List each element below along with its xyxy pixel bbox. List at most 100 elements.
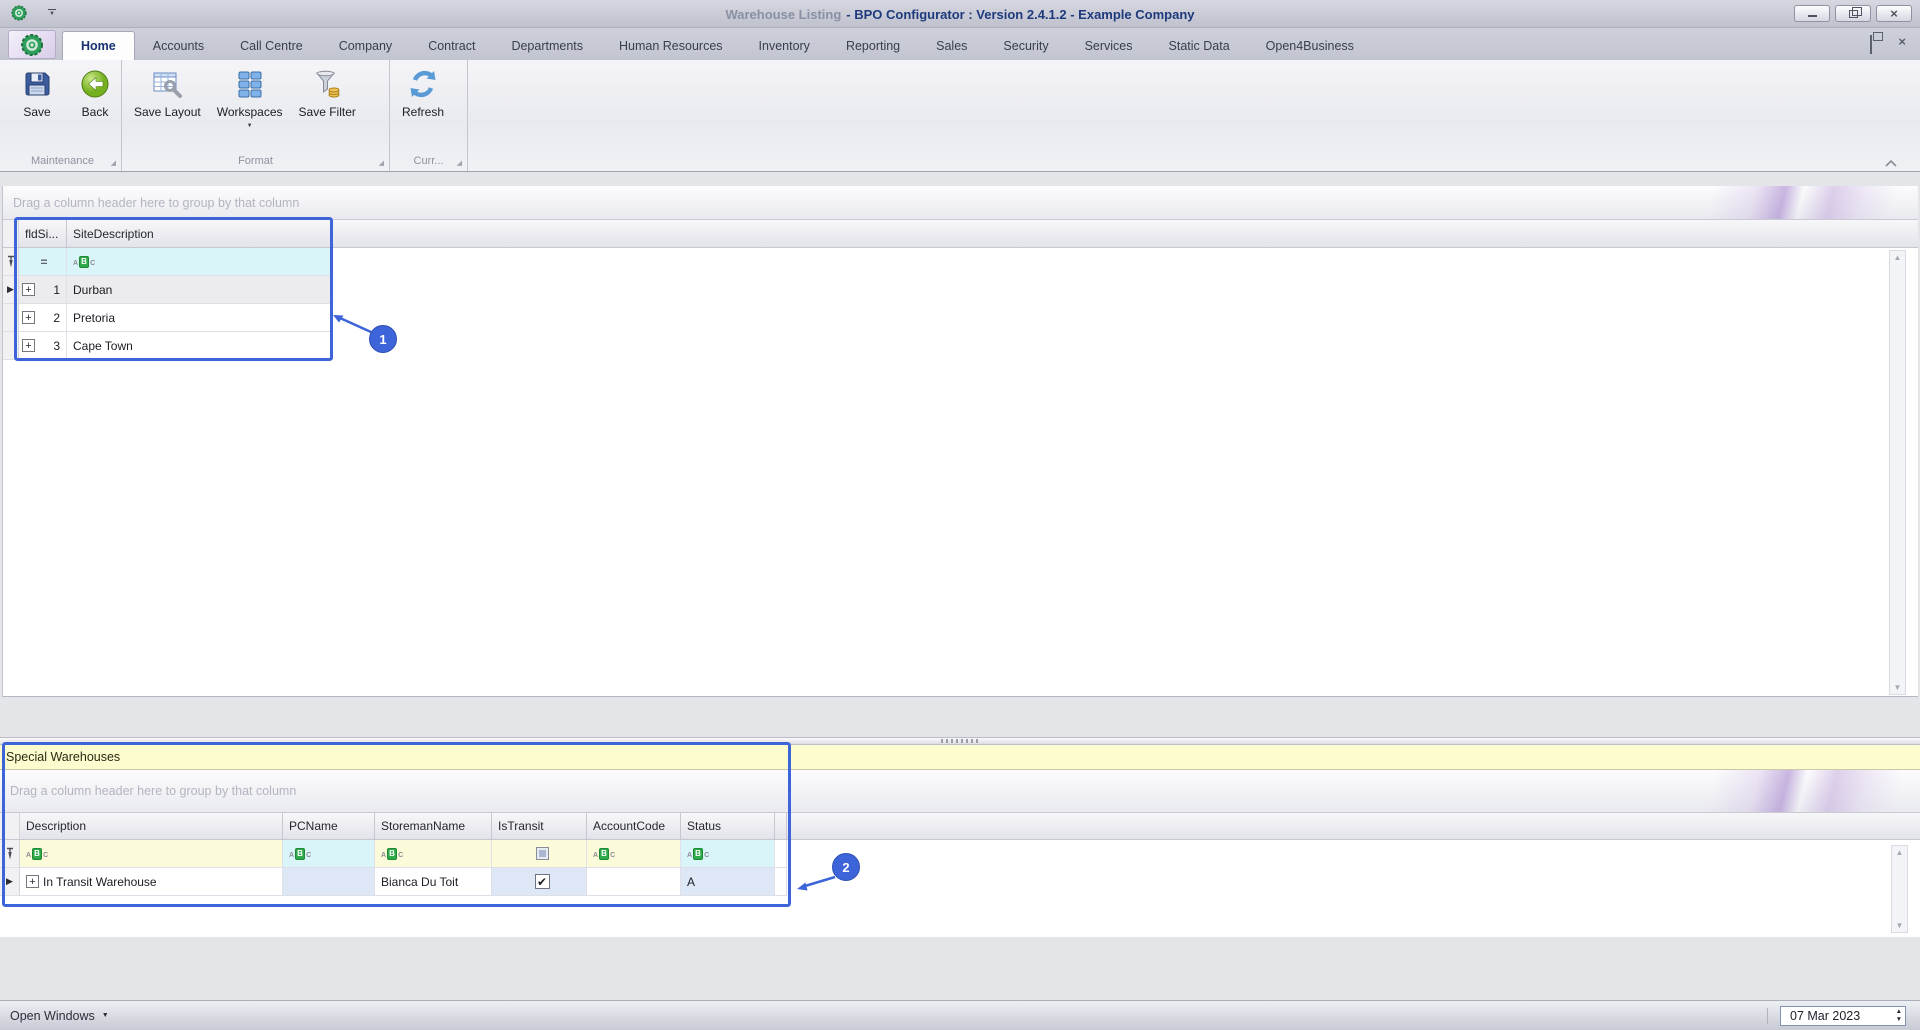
restore-icon xyxy=(1848,6,1862,18)
tab-security[interactable]: Security xyxy=(985,31,1066,60)
grid-row-cape-town[interactable]: + 3 Cape Town xyxy=(3,332,333,360)
auto-filter-row: = ABC xyxy=(3,248,333,276)
grid-row-durban[interactable]: ▶ + 1 Durban xyxy=(3,276,333,304)
tab-company[interactable]: Company xyxy=(321,31,411,60)
customize-toolbar-icon[interactable]: ▼ xyxy=(48,9,56,17)
save-layout-button[interactable]: Save Layout xyxy=(126,64,209,119)
column-header-accountcode[interactable]: AccountCode xyxy=(587,813,681,839)
expand-row-button[interactable]: + xyxy=(26,875,39,888)
filter-cell-istransit[interactable] xyxy=(492,840,587,868)
column-header-status[interactable]: Status xyxy=(681,813,775,839)
ribbon-tab-row: Home Accounts Call Centre Company Contra… xyxy=(0,28,1920,60)
dialog-launcher-icon[interactable]: ◢ xyxy=(111,160,116,167)
close-button[interactable]: × xyxy=(1876,5,1912,22)
grid-row-pretoria[interactable]: + 2 Pretoria xyxy=(3,304,333,332)
tab-home[interactable]: Home xyxy=(62,31,135,60)
window-controls: × xyxy=(1794,5,1912,22)
tab-contract[interactable]: Contract xyxy=(410,31,493,60)
tab-inventory[interactable]: Inventory xyxy=(741,31,828,60)
cell-pcname[interactable] xyxy=(283,868,375,896)
open-windows-button[interactable]: Open Windows ▼ xyxy=(10,1009,109,1023)
cell-site-description[interactable]: Pretoria xyxy=(67,304,333,332)
save-button[interactable]: Save xyxy=(8,64,66,119)
back-button[interactable]: Back xyxy=(66,64,124,119)
cell-site-id[interactable]: + 1 xyxy=(19,276,67,304)
ribbon-group-label: Format ◢ xyxy=(238,155,384,167)
minimize-button[interactable] xyxy=(1794,5,1830,22)
row-indicator: ▶ xyxy=(3,276,19,304)
cell-accountcode[interactable] xyxy=(587,868,681,896)
column-header-fldsiteid[interactable]: fldSi... xyxy=(19,220,67,247)
date-spinner[interactable]: ▲ ▼ xyxy=(1896,1008,1902,1023)
dialog-launcher-icon[interactable]: ◢ xyxy=(379,160,384,167)
filter-cell-accountcode[interactable]: ABC xyxy=(587,840,681,868)
tab-static-data[interactable]: Static Data xyxy=(1151,31,1248,60)
tab-reporting[interactable]: Reporting xyxy=(828,31,918,60)
ribbon-group-maintenance: Save Back Maintenance ◢ xyxy=(4,60,122,171)
group-by-hint-text: Drag a column header here to group by th… xyxy=(10,784,297,798)
refresh-button[interactable]: Refresh xyxy=(394,64,452,119)
scroll-down-icon[interactable]: ▼ xyxy=(1896,921,1904,930)
scroll-up-icon[interactable]: ▲ xyxy=(1896,848,1904,857)
cell-description[interactable]: + In Transit Warehouse xyxy=(20,868,283,896)
header-empty-area xyxy=(331,220,1918,247)
filter-cell-description[interactable]: ABC xyxy=(20,840,283,868)
expand-row-button[interactable]: + xyxy=(22,311,35,324)
expand-row-button[interactable]: + xyxy=(22,339,35,352)
tab-sales[interactable]: Sales xyxy=(918,31,985,60)
tab-accounts[interactable]: Accounts xyxy=(135,31,222,60)
column-header-description[interactable]: Description xyxy=(20,813,283,839)
column-header-storemanname[interactable]: StoremanName xyxy=(375,813,492,839)
filter-cell-status[interactable]: ABC xyxy=(681,840,775,868)
save-filter-icon xyxy=(316,70,340,98)
cell-site-id[interactable]: + 3 xyxy=(19,332,67,360)
app-logo-icon xyxy=(21,33,43,56)
tab-open4business[interactable]: Open4Business xyxy=(1248,31,1372,60)
swoosh-decoration xyxy=(1558,186,1918,219)
tab-call-centre[interactable]: Call Centre xyxy=(222,31,321,60)
filter-cell-pcname[interactable]: ABC xyxy=(283,840,375,868)
child-close-button[interactable]: × xyxy=(1898,35,1906,54)
save-filter-button[interactable]: Save Filter xyxy=(291,64,364,119)
application-button[interactable] xyxy=(8,30,56,59)
column-header-pcname[interactable]: PCName xyxy=(283,813,375,839)
collapse-ribbon-icon[interactable] xyxy=(1884,159,1898,168)
vertical-scrollbar[interactable]: ▲ ▼ xyxy=(1889,250,1906,695)
column-header-istransit[interactable]: IsTransit xyxy=(492,813,587,839)
scroll-up-icon[interactable]: ▲ xyxy=(1894,253,1902,262)
column-header-sitedescription[interactable]: SiteDescription xyxy=(67,220,331,247)
group-by-panel: Drag a column header here to group by th… xyxy=(0,770,1920,813)
cell-storemanname[interactable]: Bianca Du Toit xyxy=(375,868,492,896)
spin-up-icon[interactable]: ▲ xyxy=(1896,1008,1902,1015)
workspaces-button[interactable]: Workspaces ▼ xyxy=(209,64,291,129)
restore-button[interactable] xyxy=(1835,5,1871,22)
panel-splitter[interactable] xyxy=(0,737,1920,745)
spin-down-icon[interactable]: ▼ xyxy=(1896,1016,1902,1023)
tab-human-resources[interactable]: Human Resources xyxy=(601,31,741,60)
vertical-scrollbar[interactable]: ▲ ▼ xyxy=(1891,845,1908,933)
tab-services[interactable]: Services xyxy=(1067,31,1151,60)
abc-filter-icon: ABC xyxy=(73,255,96,268)
filter-cell-storemanname[interactable]: ABC xyxy=(375,840,492,868)
cell-site-id[interactable]: + 2 xyxy=(19,304,67,332)
ribbon-group-current: Refresh Curr... ◢ xyxy=(390,60,468,171)
istransit-filter-checkbox[interactable] xyxy=(535,847,549,860)
cell-site-description[interactable]: Cape Town xyxy=(67,332,333,360)
cell-status[interactable]: A xyxy=(681,868,775,896)
group-by-hint-text: Drag a column header here to group by th… xyxy=(13,195,300,210)
dialog-launcher-icon[interactable]: ◢ xyxy=(457,160,462,167)
sites-grid: Drag a column header here to group by th… xyxy=(2,186,1918,697)
splitter-grip-icon xyxy=(941,739,979,743)
child-restore-button[interactable] xyxy=(1870,35,1873,54)
grid-row-in-transit-warehouse[interactable]: ▶ + In Transit Warehouse Bianca Du Toit … xyxy=(0,868,789,896)
tab-departments[interactable]: Departments xyxy=(493,31,601,60)
cell-site-description[interactable]: Durban xyxy=(67,276,333,304)
filter-cell-sitedescription[interactable]: ABC xyxy=(67,248,333,276)
expand-row-button[interactable]: + xyxy=(22,283,35,296)
istransit-checkbox-checked[interactable]: ✔ xyxy=(534,874,550,889)
date-editor[interactable]: 07 Mar 2023 ▲ ▼ xyxy=(1780,1006,1906,1026)
scroll-down-icon[interactable]: ▼ xyxy=(1894,683,1902,692)
window-title: Warehouse Listing - BPO Configurator : V… xyxy=(725,6,1195,22)
cell-istransit[interactable]: ✔ xyxy=(492,868,587,896)
filter-cell-fldsiteid[interactable]: = xyxy=(19,248,67,276)
